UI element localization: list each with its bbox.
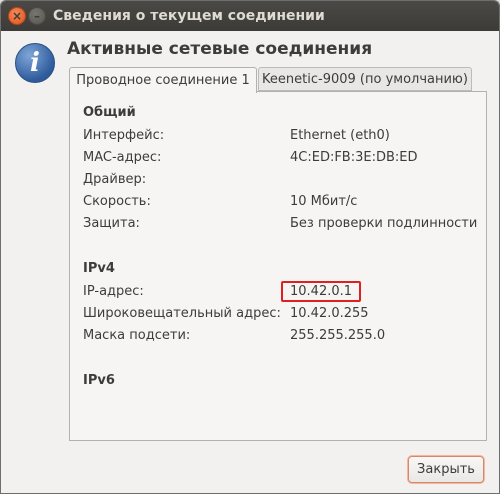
section-ipv4-title: IPv4	[83, 261, 115, 276]
title-bar[interactable]: × – Сведения о текущем соединении	[1, 1, 499, 31]
ip-address-highlight	[281, 281, 361, 302]
driver-label: Драйвер:	[83, 172, 147, 187]
interface-value: Ethernet (eth0)	[290, 128, 390, 143]
window-close-icon[interactable]: ×	[8, 7, 26, 25]
window-title: Сведения о текущем соединении	[53, 8, 325, 24]
window-minimize-icon[interactable]: –	[28, 7, 46, 25]
connection-details-panel	[69, 91, 487, 441]
tab-keenetic[interactable]: Keenetic-9009 (по умолчанию)	[258, 67, 472, 91]
subnet-mask-label: Маска подсети:	[83, 328, 191, 343]
broadcast-address-value: 10.42.0.255	[290, 306, 369, 321]
speed-label: Скорость:	[83, 194, 151, 209]
section-general-title: Общий	[83, 105, 136, 120]
close-button[interactable]: Закрыть	[408, 456, 484, 483]
mac-address-label: MAC-адрес:	[83, 150, 162, 165]
info-icon: i	[15, 43, 55, 83]
speed-value: 10 Мбит/с	[290, 194, 358, 209]
security-label: Защита:	[83, 216, 140, 231]
section-ipv6-title: IPv6	[83, 373, 115, 388]
dialog-window: × – Сведения о текущем соединении i Акти…	[0, 0, 500, 494]
ip-address-label: IP-адрес:	[83, 284, 144, 299]
security-value: Без проверки подлинности	[290, 216, 478, 231]
tab-wired-connection[interactable]: Проводное соединение 1	[69, 67, 257, 93]
page-title: Активные сетевые соединения	[67, 39, 373, 59]
mac-address-value: 4C:ED:FB:3E:DB:ED	[290, 150, 418, 165]
interface-label: Интерфейс:	[83, 128, 165, 143]
subnet-mask-value: 255.255.255.0	[290, 328, 386, 343]
broadcast-address-label: Широковещательный адрес:	[83, 306, 281, 321]
